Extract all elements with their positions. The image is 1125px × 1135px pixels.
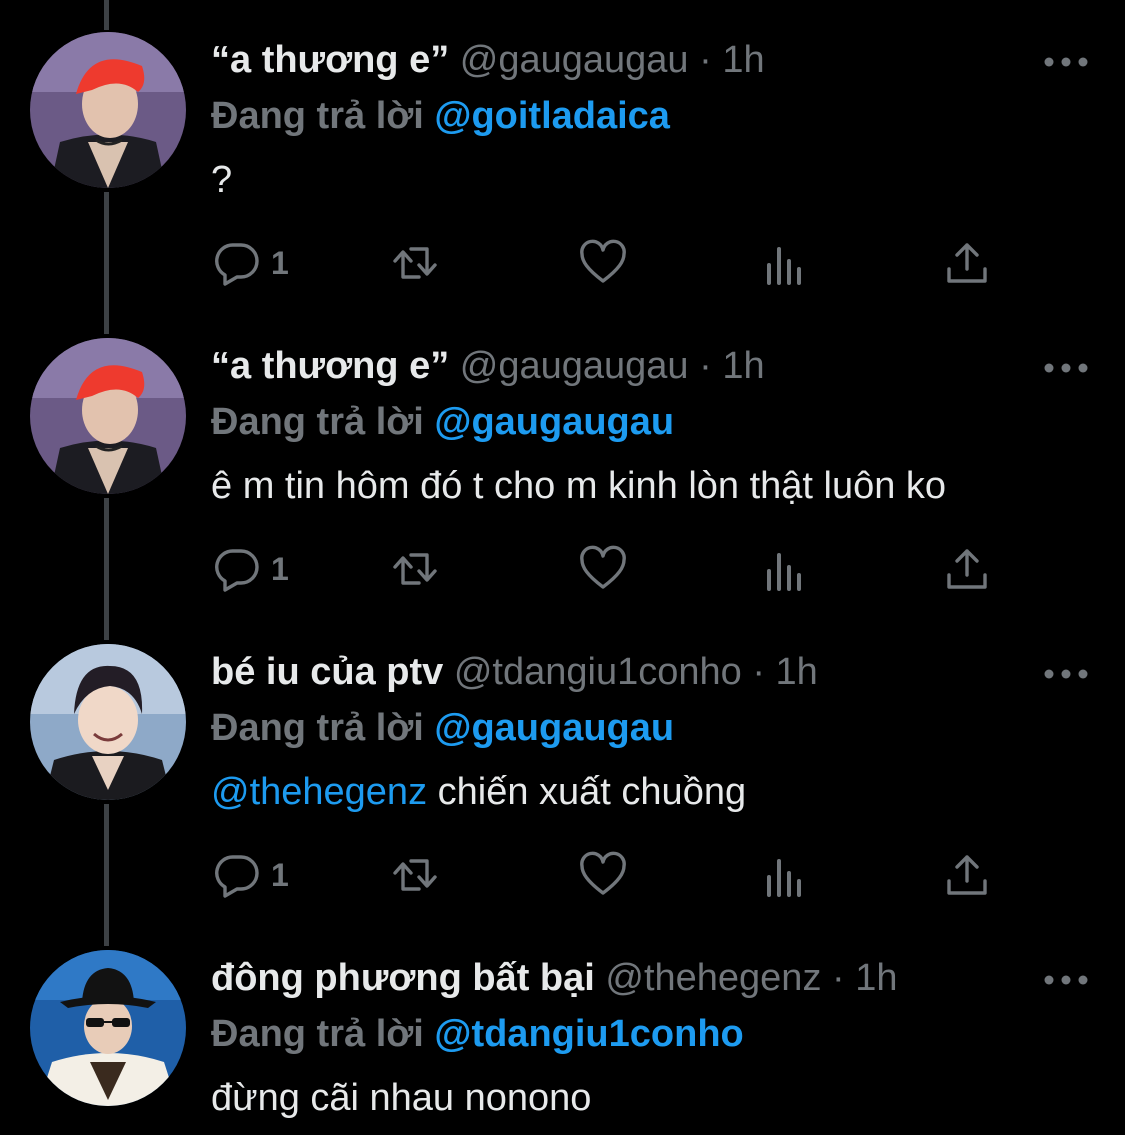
share-button[interactable] <box>943 845 991 905</box>
tweet-text: @thehegenz chiến xuất chuồng <box>211 764 1095 820</box>
heart-icon <box>580 239 626 283</box>
red-hair-avatar-icon <box>30 32 186 188</box>
avatar[interactable] <box>30 644 186 800</box>
user-handle[interactable]: @thehegenz <box>605 957 821 999</box>
user-handle[interactable]: @gaugaugau <box>460 345 689 387</box>
tweet-actions: 1 <box>213 539 1013 599</box>
retweet-button[interactable] <box>391 233 439 293</box>
tweet-mention[interactable]: @thehegenz <box>211 771 427 813</box>
retweet-button[interactable] <box>391 539 439 599</box>
thread-line-2 <box>104 498 109 640</box>
timestamp[interactable]: 1h <box>722 39 764 81</box>
tweet-text-content: đừng cãi nhau nonono <box>211 1077 592 1119</box>
tweet-text: đừng cãi nhau nonono <box>211 1070 1095 1126</box>
more-dots-icon <box>1044 975 1088 985</box>
retweet-icon <box>393 859 437 891</box>
display-name[interactable]: bé iu của ptv <box>211 651 443 693</box>
separator-dot: · <box>832 957 845 999</box>
avatar[interactable] <box>30 32 186 188</box>
user-handle[interactable]: @tdangiu1conho <box>454 651 742 693</box>
replying-to-label: Đang trả lời <box>211 401 424 443</box>
timestamp[interactable]: 1h <box>855 957 897 999</box>
views-button[interactable] <box>761 233 809 293</box>
more-dots-icon <box>1044 363 1088 373</box>
tweet-text-content: ê m tin hôm đó t cho m kinh lòn thật luô… <box>211 465 947 507</box>
tweet-text-content: chiến xuất chuồng <box>427 771 747 813</box>
avatar[interactable] <box>30 338 186 494</box>
display-name[interactable]: “a thương e” <box>211 39 449 81</box>
heart-icon <box>580 545 626 589</box>
retweet-icon <box>393 553 437 585</box>
like-button[interactable] <box>579 539 627 599</box>
analytics-icon <box>767 247 801 285</box>
more-options-button[interactable] <box>1039 40 1095 80</box>
tweet-text: ê m tin hôm đó t cho m kinh lòn thật luô… <box>211 458 1095 514</box>
share-icon <box>947 855 987 895</box>
reply-to-mention[interactable]: @gaugaugau <box>434 707 674 749</box>
smiling-person-avatar-icon <box>30 644 186 800</box>
reply-to-mention[interactable]: @gaugaugau <box>434 401 674 443</box>
more-options-button[interactable] <box>1039 346 1095 386</box>
reply-to-mention[interactable]: @tdangiu1conho <box>434 1013 743 1055</box>
more-options-button[interactable] <box>1039 958 1095 998</box>
reply-icon <box>215 855 259 898</box>
analytics-icon <box>767 859 801 897</box>
views-button[interactable] <box>761 845 809 905</box>
more-options-button[interactable] <box>1039 652 1095 692</box>
user-handle[interactable]: @gaugaugau <box>460 39 689 81</box>
red-hair-avatar-icon <box>30 338 186 494</box>
retweet-icon <box>393 247 437 279</box>
reply-to-mention[interactable]: @goitladaica <box>434 95 670 137</box>
share-button[interactable] <box>943 233 991 293</box>
share-button[interactable] <box>943 539 991 599</box>
timestamp[interactable]: 1h <box>722 345 764 387</box>
like-button[interactable] <box>579 845 627 905</box>
thread-line-3 <box>104 804 109 946</box>
tweet-text-content: ? <box>211 159 233 201</box>
reply-button[interactable]: 1 <box>213 845 289 905</box>
replying-to-label: Đang trả lời <box>211 95 424 137</box>
thread-line-top <box>104 0 109 30</box>
like-button[interactable] <box>579 233 627 293</box>
reply-count: 1 <box>271 244 289 281</box>
views-button[interactable] <box>761 539 809 599</box>
display-name[interactable]: “a thương e” <box>211 345 449 387</box>
replying-to: Đang trả lời @gaugaugau <box>211 394 1095 450</box>
timestamp[interactable]: 1h <box>776 651 818 693</box>
reply-icon <box>215 243 259 286</box>
reply-button[interactable]: 1 <box>213 233 289 293</box>
replying-to: Đang trả lời @goitladaica <box>211 88 1095 144</box>
tweet-actions: 1 <box>213 845 1013 905</box>
display-name[interactable]: đông phương bất bại <box>211 957 595 999</box>
more-dots-icon <box>1044 669 1088 679</box>
replying-to: Đang trả lời @tdangiu1conho <box>211 1006 1095 1062</box>
reply-count: 1 <box>271 550 289 587</box>
reply-icon <box>215 549 259 592</box>
reply-count: 1 <box>271 856 289 893</box>
thread-line-1 <box>104 192 109 334</box>
avatar[interactable] <box>30 950 186 1106</box>
retweet-button[interactable] <box>391 845 439 905</box>
tweet-text: ? <box>211 152 1095 208</box>
share-icon <box>947 549 987 589</box>
separator-dot: · <box>699 345 712 387</box>
replying-to-label: Đang trả lời <box>211 1013 424 1055</box>
heart-icon <box>580 851 626 895</box>
tweet-actions: 1 <box>213 233 1013 293</box>
hat-sunglasses-avatar-icon <box>30 950 186 1106</box>
analytics-icon <box>767 553 801 591</box>
separator-dot: · <box>752 651 765 693</box>
more-dots-icon <box>1044 57 1088 67</box>
reply-button[interactable]: 1 <box>213 539 289 599</box>
replying-to-label: Đang trả lời <box>211 707 424 749</box>
separator-dot: · <box>699 39 712 81</box>
share-icon <box>947 243 987 283</box>
replying-to: Đang trả lời @gaugaugau <box>211 700 1095 756</box>
